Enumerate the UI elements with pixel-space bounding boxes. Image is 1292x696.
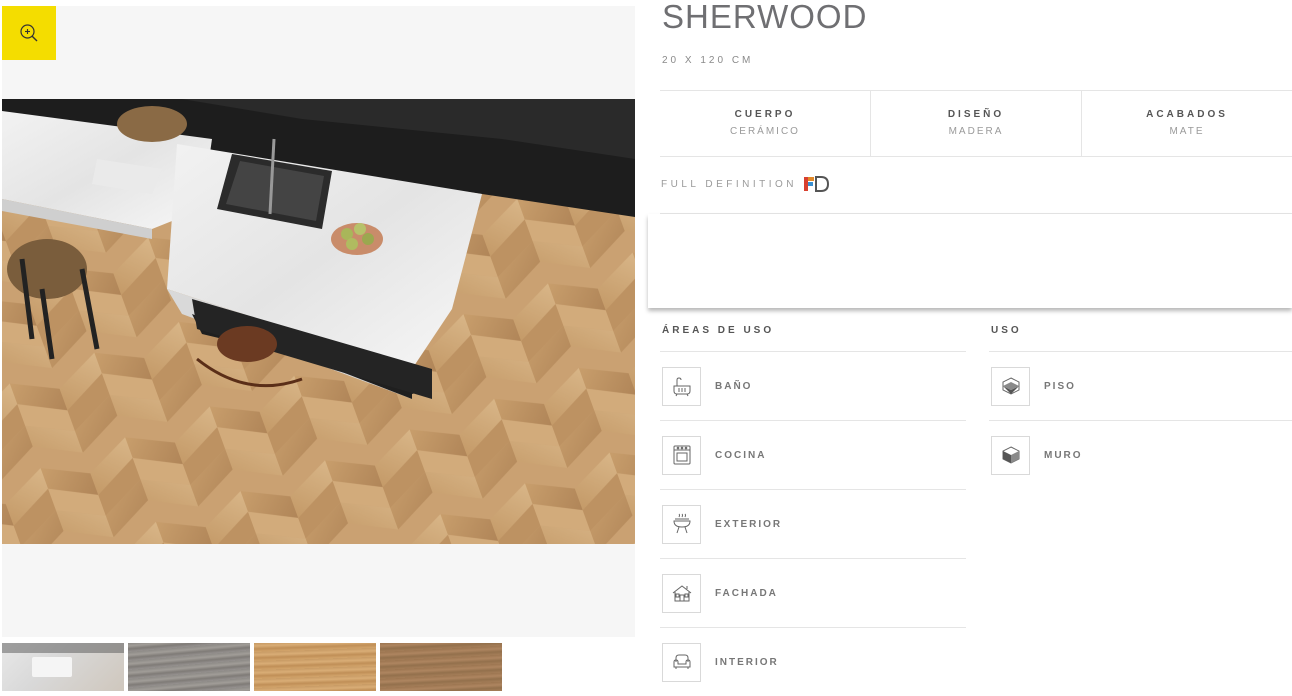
- full-definition-label: FULL DEFINITION: [661, 178, 798, 190]
- zoom-button[interactable]: [2, 6, 56, 60]
- uso-label: PISO: [1044, 380, 1076, 392]
- thumbnail-medium-wood[interactable]: [380, 643, 502, 691]
- thumbnail-kitchen[interactable]: [2, 643, 124, 691]
- spec-label: DISEÑO: [947, 109, 1005, 120]
- area-label: COCINA: [715, 449, 767, 461]
- product-gallery: [2, 6, 635, 637]
- area-item-fachada[interactable]: FACHADA: [660, 558, 966, 627]
- spec-label: CUERPO: [734, 109, 796, 120]
- spec-value: MATE: [1169, 126, 1205, 137]
- area-label: FACHADA: [715, 587, 778, 599]
- spec-acabados: ACABADOS MATE: [1082, 91, 1292, 156]
- spec-value: CERÁMICO: [730, 126, 800, 137]
- grill-icon: [662, 504, 701, 544]
- zoom-in-icon: [20, 24, 38, 42]
- full-definition: FULL DEFINITION: [661, 176, 830, 192]
- wall-cube-icon: [991, 435, 1030, 475]
- uso-item-piso[interactable]: PISO: [989, 351, 1292, 420]
- fd-logo-icon: [804, 176, 830, 192]
- spec-diseno: DISEÑO MADERA: [871, 91, 1082, 156]
- oven-icon: [662, 435, 701, 475]
- bathtub-icon: [662, 366, 701, 406]
- description-panel: [648, 214, 1292, 308]
- spec-value: MADERA: [948, 126, 1004, 137]
- spec-table: CUERPO CERÁMICO DISEÑO MADERA ACABADOS M…: [660, 90, 1292, 157]
- area-label: BAÑO: [715, 380, 753, 392]
- thumbnail-strip: [2, 643, 502, 691]
- thumbnail-grey-wood[interactable]: [128, 643, 250, 691]
- area-item-exterior[interactable]: EXTERIOR: [660, 489, 966, 558]
- areas-heading: ÁREAS DE USO: [662, 325, 775, 336]
- spec-cuerpo: CUERPO CERÁMICO: [660, 91, 871, 156]
- armchair-icon: [662, 642, 701, 682]
- product-size: 20 X 120 CM: [662, 55, 754, 66]
- house-facade-icon: [662, 573, 701, 613]
- main-product-image[interactable]: [2, 99, 635, 544]
- uso-item-muro[interactable]: MURO: [989, 420, 1292, 489]
- kitchen-scene-image: [2, 99, 635, 544]
- product-title: SHERWOOD: [662, 0, 868, 35]
- floor-cube-icon: [991, 366, 1030, 406]
- area-item-cocina[interactable]: COCINA: [660, 420, 966, 489]
- area-label: EXTERIOR: [715, 518, 783, 530]
- areas-list: BAÑO COCINA EXTERIOR FACHADA INTERIOR: [660, 351, 966, 696]
- uso-list: PISO MURO: [989, 351, 1292, 489]
- area-item-bano[interactable]: BAÑO: [660, 351, 966, 420]
- area-item-interior[interactable]: INTERIOR: [660, 627, 966, 696]
- area-label: INTERIOR: [715, 656, 779, 668]
- uso-label: MURO: [1044, 449, 1083, 461]
- spec-label: ACABADOS: [1146, 109, 1228, 120]
- uso-heading: USO: [991, 325, 1022, 336]
- thumbnail-light-wood[interactable]: [254, 643, 376, 691]
